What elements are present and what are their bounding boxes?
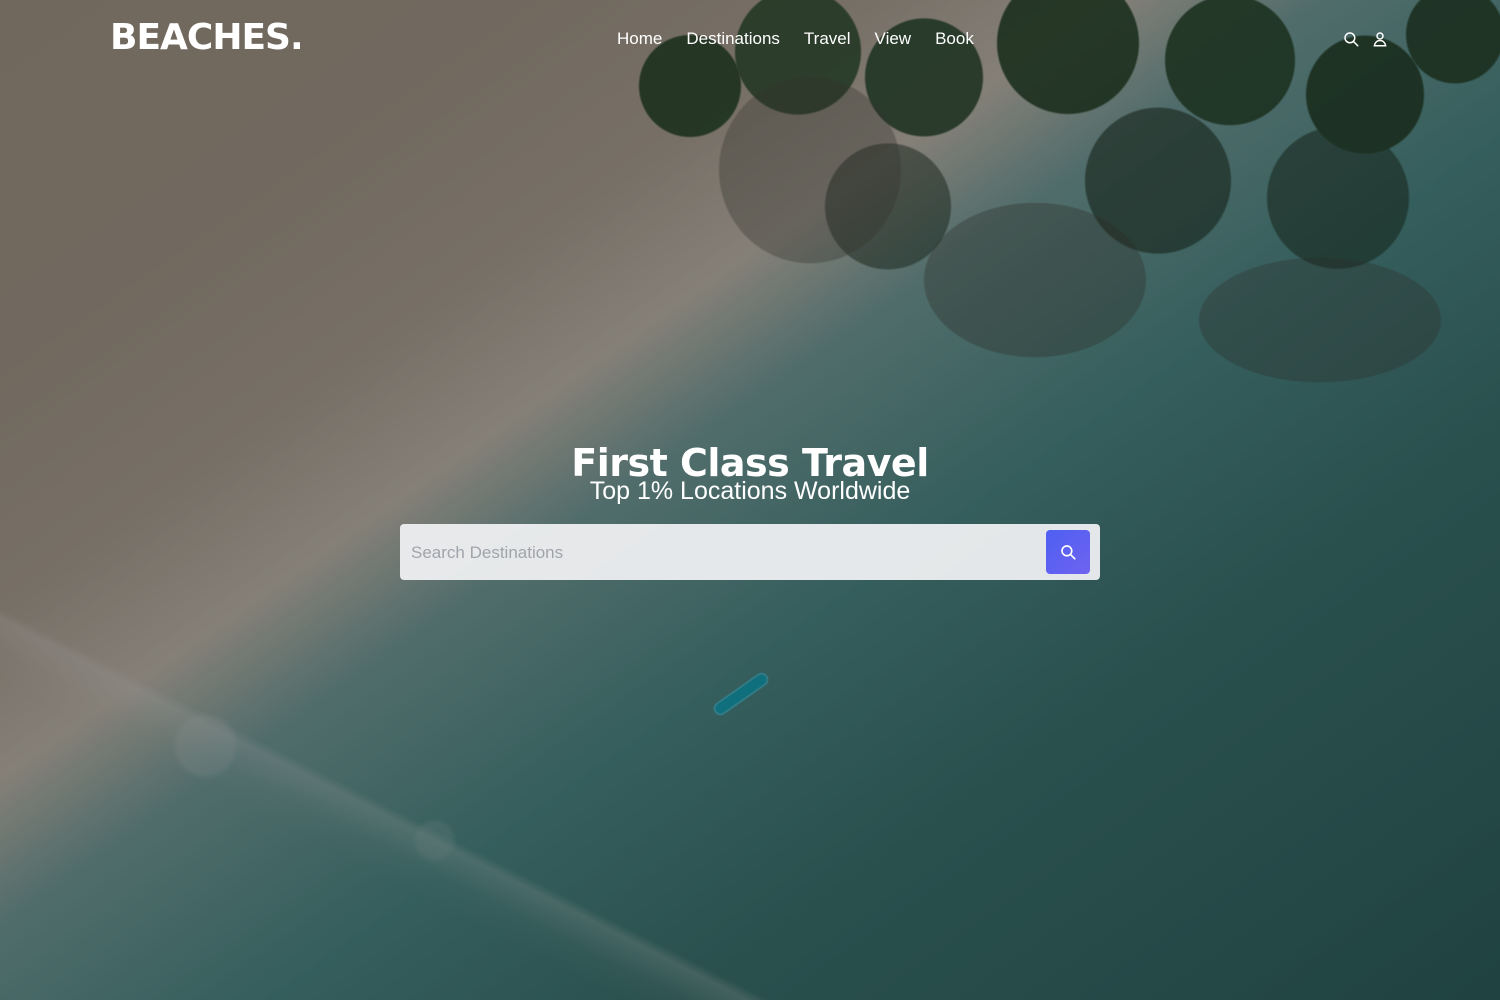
search-icon: [1059, 543, 1077, 561]
hero-subtitle: Top 1% Locations Worldwide: [589, 477, 911, 505]
search-submit-button[interactable]: [1046, 530, 1090, 574]
hero-section: BEACHES. Home Destinations Travel View B…: [0, 0, 1500, 1000]
destination-search-box: [400, 524, 1100, 580]
hero-content: First Class Travel Top 1% Locations Worl…: [0, 0, 1500, 1000]
search-destinations-input[interactable]: [409, 538, 1033, 568]
